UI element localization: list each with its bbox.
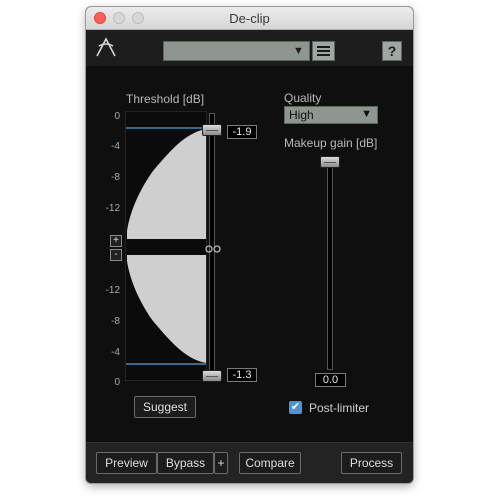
process-button[interactable]: Process [341, 452, 402, 474]
makeup-gain-value[interactable]: 0.0 [315, 373, 346, 387]
tick-label: -8 [111, 316, 120, 327]
makeup-fader-track[interactable] [327, 158, 333, 370]
threshold-upper-handle[interactable] [202, 124, 222, 136]
threshold-lower-handle[interactable] [202, 370, 222, 382]
amplitude-histogram [125, 111, 207, 381]
suggest-button[interactable]: Suggest [134, 396, 196, 418]
zoom-out-button[interactable]: - [110, 249, 122, 261]
threshold-lower-value[interactable]: -1.3 [227, 368, 257, 382]
preset-menu-button[interactable] [312, 41, 335, 61]
compare-button[interactable]: Compare [239, 452, 301, 474]
chevron-down-icon: ▼ [361, 108, 372, 120]
bottom-bar: Preview Bypass + Compare Process [86, 442, 413, 483]
preview-button[interactable]: Preview [96, 452, 157, 474]
title-bar: De-clip [86, 7, 413, 30]
preset-dropdown[interactable]: ▼ [163, 41, 310, 61]
bypass-plus-button[interactable]: + [214, 452, 228, 474]
tick-label: 0 [114, 377, 120, 388]
makeup-gain-label: Makeup gain [dB] [284, 136, 378, 150]
main-panel: Threshold [dB] 0 -4 -8 -12 -12 -8 -4 0 +… [86, 66, 413, 442]
link-icon[interactable] [204, 244, 222, 254]
quality-label: Quality [284, 91, 322, 105]
tick-label: -12 [105, 285, 120, 296]
tick-label: -4 [111, 347, 120, 358]
bypass-button[interactable]: Bypass [157, 452, 214, 474]
tick-label: -4 [111, 141, 120, 152]
post-limiter-label: Post-limiter [309, 401, 370, 415]
de-clip-window: De-clip ▼ ? Threshold [dB] 0 -4 -8 -12 -… [86, 7, 413, 483]
izotope-logo-icon [96, 37, 116, 57]
threshold-upper-value[interactable]: -1.9 [227, 125, 257, 139]
chevron-down-icon: ▼ [293, 45, 304, 57]
tick-label: -8 [111, 172, 120, 183]
tick-label: 0 [114, 111, 120, 122]
quality-dropdown[interactable]: High ▼ [284, 106, 378, 124]
window-title: De-clip [229, 11, 270, 26]
checkmark-icon: ✔ [290, 401, 301, 413]
makeup-gain-handle[interactable] [320, 156, 340, 168]
zoom-in-button[interactable]: + [110, 235, 122, 247]
toolbar: ▼ ? [86, 30, 413, 66]
help-button[interactable]: ? [382, 41, 402, 61]
quality-selected: High [289, 108, 314, 122]
post-limiter-checkbox[interactable]: ✔ [289, 401, 302, 414]
hamburger-icon [317, 46, 330, 48]
tick-label: -12 [105, 203, 120, 214]
threshold-label: Threshold [dB] [126, 92, 205, 106]
